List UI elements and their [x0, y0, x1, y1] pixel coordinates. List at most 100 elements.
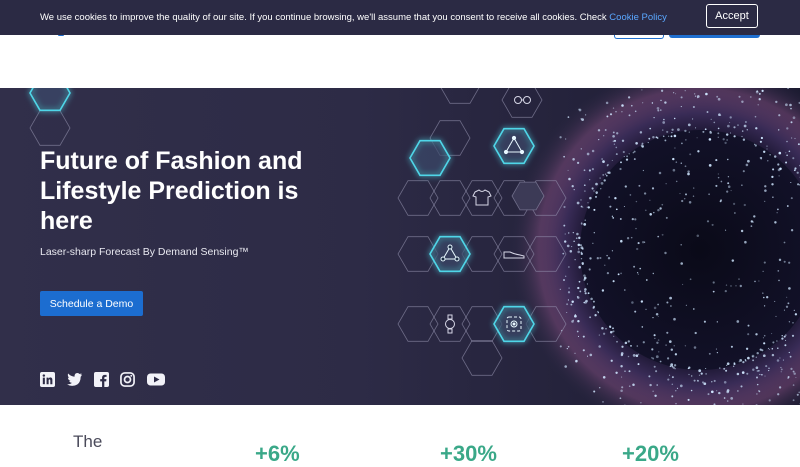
particle	[620, 397, 622, 399]
youtube-icon[interactable]	[147, 372, 165, 387]
particle	[579, 290, 581, 292]
particle	[684, 130, 686, 132]
particle	[743, 139, 745, 141]
particle	[644, 192, 646, 194]
accept-cookies-button[interactable]: Accept	[706, 4, 758, 28]
particle	[782, 335, 783, 336]
particle	[674, 118, 675, 119]
particle	[741, 136, 742, 137]
particle	[567, 348, 568, 349]
particle	[657, 304, 659, 306]
particle	[603, 333, 605, 335]
particle	[772, 341, 774, 343]
particle	[793, 384, 795, 386]
particle	[613, 336, 614, 337]
particle	[741, 101, 743, 103]
hero-section: Future of Fashion and Lifestyle Predicti…	[0, 88, 800, 405]
particle	[788, 376, 790, 378]
particle	[654, 338, 655, 339]
particle	[778, 114, 780, 116]
particle	[618, 273, 620, 275]
particle	[568, 116, 570, 118]
particle	[610, 331, 612, 333]
particle	[640, 402, 641, 403]
particle	[738, 278, 740, 280]
particle	[588, 206, 590, 208]
particle	[727, 389, 730, 392]
particle	[786, 297, 787, 298]
hex-outline	[440, 88, 480, 103]
stats-heading: The	[73, 432, 102, 452]
instagram-icon[interactable]	[120, 372, 135, 387]
particle	[612, 160, 613, 161]
particle	[629, 370, 631, 372]
particle	[756, 366, 759, 369]
particle	[630, 194, 632, 196]
particle	[743, 170, 745, 172]
particle	[727, 125, 730, 128]
particle	[682, 284, 683, 285]
particle	[756, 393, 757, 394]
particle	[592, 168, 594, 170]
particle	[578, 244, 581, 247]
particle	[797, 172, 799, 174]
linkedin-icon[interactable]	[40, 372, 55, 387]
stats-section: The +6% +30% +20%	[0, 405, 800, 450]
particle	[726, 133, 728, 135]
particle	[778, 129, 779, 130]
particle	[624, 206, 625, 207]
particle	[671, 132, 672, 133]
particle	[589, 179, 590, 180]
particle	[677, 128, 680, 131]
particle	[605, 328, 606, 329]
particle	[563, 225, 565, 227]
particle	[580, 118, 582, 120]
cookie-policy-link[interactable]: Cookie Policy	[609, 12, 667, 23]
particle	[649, 200, 650, 201]
particle	[693, 106, 695, 108]
particle	[769, 349, 770, 350]
particle	[576, 233, 579, 236]
particle	[574, 353, 575, 354]
particle	[718, 392, 720, 394]
particle	[777, 209, 779, 211]
particle	[658, 316, 659, 317]
particle	[733, 126, 735, 128]
particle	[794, 167, 796, 169]
particle	[638, 363, 640, 365]
particle	[680, 262, 683, 265]
particle	[602, 174, 604, 176]
particle	[579, 281, 581, 283]
particle	[726, 365, 727, 366]
schedule-demo-button[interactable]: Schedule a Demo	[40, 291, 143, 316]
stat-value: +20%	[622, 441, 679, 467]
particle	[705, 93, 708, 96]
particle	[568, 232, 569, 233]
particle	[641, 326, 643, 328]
facebook-icon[interactable]	[94, 372, 109, 387]
particle	[583, 279, 585, 281]
particle	[577, 251, 580, 254]
glasses-icon	[515, 97, 531, 104]
particle	[579, 109, 582, 112]
particle	[676, 161, 678, 163]
particle	[795, 313, 797, 315]
particle	[575, 259, 576, 260]
particle	[565, 233, 566, 234]
twitter-icon[interactable]	[66, 372, 83, 387]
particle	[768, 348, 769, 349]
particle	[772, 348, 774, 350]
particle	[651, 348, 653, 350]
hex-glow	[494, 129, 534, 164]
particle	[638, 354, 639, 355]
particle	[685, 165, 687, 167]
particle	[661, 90, 663, 92]
particle	[581, 206, 583, 208]
particle	[740, 285, 742, 287]
particle	[713, 122, 715, 124]
particle	[774, 155, 776, 157]
particle	[658, 339, 660, 341]
particle	[689, 201, 692, 204]
particle	[745, 121, 747, 123]
particle	[777, 359, 780, 362]
